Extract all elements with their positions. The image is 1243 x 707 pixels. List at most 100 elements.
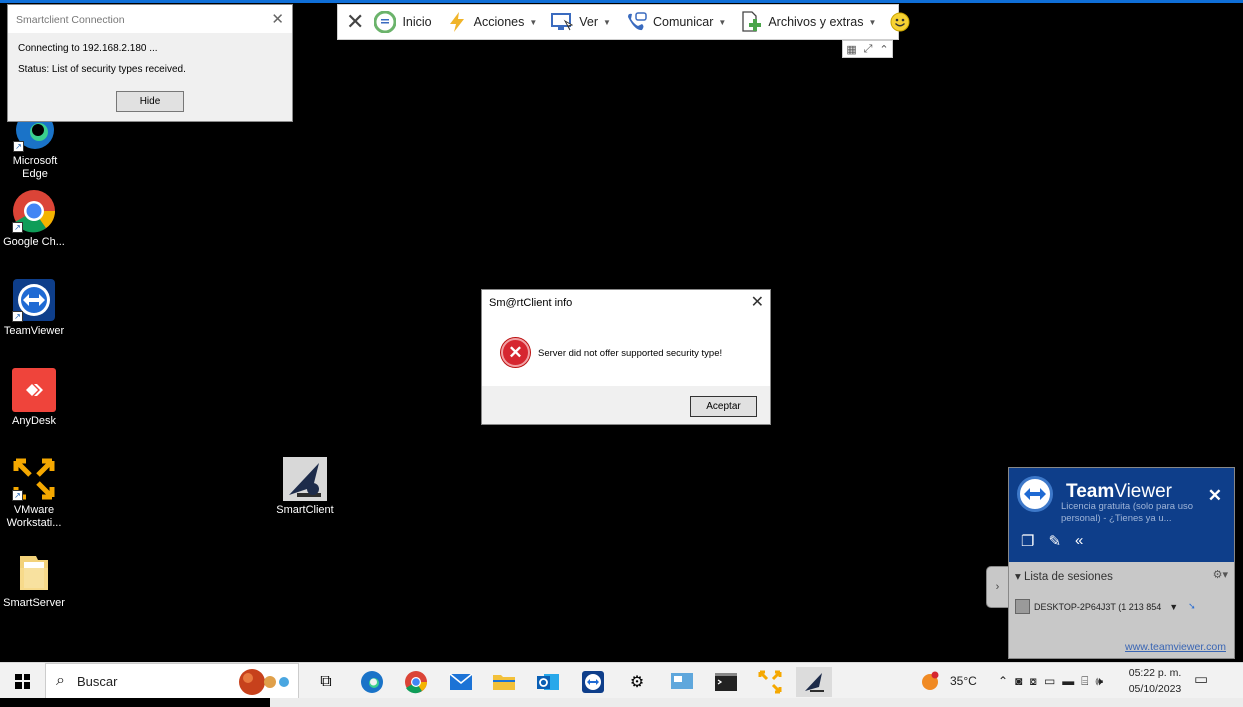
toolbar-label: Ver bbox=[579, 15, 599, 29]
hide-button[interactable]: Hide bbox=[116, 91, 184, 112]
panel-header: TeamViewer Licencia gratuita (solo para … bbox=[1009, 468, 1234, 562]
desktop-icon-label: Microsoft Edge bbox=[12, 155, 58, 180]
display-icon[interactable]: ▭ bbox=[1044, 674, 1055, 688]
clock[interactable]: 05:22 p. m. 05/10/2023 bbox=[1118, 665, 1192, 697]
panel-expand-tab[interactable]: › bbox=[986, 566, 1008, 608]
license-text: Licencia gratuita (solo para uso persona… bbox=[1061, 501, 1194, 524]
close-icon[interactable]: ✕ bbox=[271, 10, 284, 28]
desktop-icon-smartserver[interactable]: SmartServer bbox=[1, 550, 67, 610]
chat-icon bbox=[625, 11, 647, 33]
brush-icon[interactable]: ✎ bbox=[1048, 532, 1061, 550]
task-view-icon[interactable]: ⧉ bbox=[308, 667, 344, 697]
monitor-icon bbox=[551, 11, 574, 33]
volume-icon[interactable]: 🕪 bbox=[1096, 674, 1104, 689]
fullscreen-icon[interactable]: ⤢ bbox=[864, 43, 873, 56]
desktop-icon-chrome[interactable]: ↗ Google Ch... bbox=[1, 189, 67, 249]
panel-tools: ❐ ✎ « bbox=[1021, 532, 1083, 550]
edge-taskbar-icon[interactable] bbox=[354, 667, 390, 697]
chevron-down-icon: ▼ bbox=[529, 17, 538, 27]
chevron-down-icon: ▼ bbox=[718, 17, 727, 27]
chevron-down-icon: ▼ bbox=[868, 17, 877, 27]
remote-desktop-icon[interactable] bbox=[664, 667, 700, 697]
session-item[interactable]: DESKTOP-2P64J3T (1 213 854 ▼ ➘ bbox=[1015, 599, 1196, 614]
battery-icon[interactable]: ▬ bbox=[1062, 674, 1074, 688]
sessions-header[interactable]: ▾ Lista de sesiones bbox=[1015, 569, 1113, 583]
teamviewer-taskbar-icon[interactable] bbox=[575, 667, 611, 697]
toolbar-inicio[interactable]: Inicio bbox=[373, 10, 432, 34]
system-tray: ⌃ ◙ ⧇ ▭ ▬ ⌸ 🕪 bbox=[998, 663, 1103, 699]
toolbar-label: Archivos y extras bbox=[768, 15, 864, 29]
desktop-icon-label: TeamViewer bbox=[3, 325, 65, 337]
windows-icon bbox=[15, 673, 30, 689]
collapse-left-icon[interactable]: « bbox=[1075, 532, 1083, 550]
weather-widget[interactable]: 35°C bbox=[920, 663, 977, 699]
date: 05/10/2023 bbox=[1128, 683, 1182, 695]
chevron-up-icon[interactable]: ⌃ bbox=[998, 674, 1008, 688]
toolbar-label: Acciones bbox=[473, 15, 525, 29]
status-text: Status: List of security types received. bbox=[18, 64, 186, 75]
desktop-icon-label: SmartServer bbox=[3, 597, 65, 609]
pointer-icon[interactable]: ➘ bbox=[1188, 601, 1196, 612]
notification-icon[interactable]: ▭ bbox=[1194, 670, 1208, 688]
home-icon bbox=[373, 10, 397, 34]
close-icon[interactable]: ✕ bbox=[1208, 486, 1222, 506]
toolbar-acciones[interactable]: Acciones ▼ bbox=[446, 11, 538, 33]
teamviewer-toolbar: ✕ Inicio Acciones ▼ Ver ▼ Comunicar ▼ Ar… bbox=[337, 4, 910, 40]
smiley-icon[interactable] bbox=[890, 12, 910, 32]
desktop-icon-teamviewer[interactable]: ↗ TeamViewer bbox=[1, 278, 67, 338]
clipboard-icon[interactable]: ❐ bbox=[1021, 532, 1034, 550]
window-title: Smartclient Connection bbox=[8, 5, 292, 33]
terminal-icon[interactable] bbox=[708, 667, 744, 697]
outlook-icon[interactable] bbox=[530, 667, 566, 697]
smartclient-icon bbox=[283, 457, 327, 501]
error-icon: ✕ bbox=[501, 338, 530, 367]
time: 05:22 p. m. bbox=[1128, 667, 1182, 679]
network-icon[interactable]: ⌸ bbox=[1081, 674, 1088, 689]
teamviewer-logo-icon bbox=[1017, 476, 1053, 512]
teamviewer-panel: TeamViewer Licencia gratuita (solo para … bbox=[1008, 467, 1235, 659]
collapse-icon[interactable]: ⌃ bbox=[879, 43, 888, 56]
chevron-down-icon[interactable]: ▼ bbox=[1169, 602, 1178, 612]
temperature: 35°C bbox=[950, 674, 977, 688]
folder-icon bbox=[12, 550, 56, 594]
search-box[interactable]: ⌕ Buscar bbox=[45, 663, 299, 699]
desktop-icon-anydesk[interactable]: AnyDesk bbox=[1, 368, 67, 428]
teamviewer-brand: TeamViewer bbox=[1066, 481, 1172, 502]
vmware-icon: ↗ bbox=[12, 457, 56, 501]
connecting-text: Connecting to 192.168.2.180 ... bbox=[18, 43, 158, 54]
desktop-icon-vmware[interactable]: ↗ VMware Workstati... bbox=[1, 457, 67, 530]
file-explorer-icon[interactable] bbox=[486, 667, 522, 697]
anydesk-icon bbox=[12, 368, 56, 412]
close-icon[interactable]: ✕ bbox=[346, 9, 364, 35]
close-icon[interactable]: ✕ bbox=[751, 292, 764, 312]
teamviewer-link[interactable]: www.teamviewer.com bbox=[1125, 641, 1226, 653]
toolbar-comunicar[interactable]: Comunicar ▼ bbox=[625, 11, 726, 33]
mail-icon[interactable] bbox=[443, 667, 479, 697]
desktop-icon-label: SmartClient bbox=[276, 504, 334, 516]
grid-icon[interactable]: ▦ bbox=[846, 43, 856, 56]
chrome-taskbar-icon[interactable] bbox=[398, 667, 434, 697]
search-placeholder: Buscar bbox=[76, 673, 118, 689]
host-taskbar-strip bbox=[270, 698, 1243, 707]
smartclient-taskbar-icon[interactable] bbox=[796, 667, 832, 697]
desktop-icon-smartclient[interactable]: SmartClient bbox=[272, 457, 338, 517]
gear-icon[interactable]: ⚙▾ bbox=[1213, 568, 1228, 581]
smartclient-connection-window: Smartclient Connection ✕ Connecting to 1… bbox=[7, 4, 293, 122]
webcam-icon[interactable]: ◙ bbox=[1015, 674, 1022, 688]
toolbar-mini-controls: ▦ ⤢ ⌃ bbox=[842, 40, 893, 58]
search-icon: ⌕ bbox=[56, 672, 65, 689]
error-message: Server did not offer supported security … bbox=[538, 348, 723, 359]
top-accent-line bbox=[0, 0, 1243, 3]
teamviewer-tray-icon[interactable]: ⧇ bbox=[1029, 674, 1037, 689]
desktop-icon-label: VMware Workstati... bbox=[6, 504, 62, 529]
desktop-icon-label: Google Ch... bbox=[3, 236, 65, 248]
start-button[interactable] bbox=[0, 663, 45, 699]
taskbar: ⌕ Buscar ⧉ ⚙ 35°C ⌃ ◙ ⧇ ▭ ▬ ⌸ 🕪 05:22 p.… bbox=[0, 662, 1243, 699]
toolbar-ver[interactable]: Ver ▼ bbox=[551, 11, 611, 33]
aceptar-button[interactable]: Aceptar bbox=[690, 396, 757, 417]
toolbar-archivos[interactable]: Archivos y extras ▼ bbox=[740, 11, 876, 33]
settings-icon[interactable]: ⚙ bbox=[619, 667, 655, 697]
vmware-taskbar-icon[interactable] bbox=[752, 667, 788, 697]
file-transfer-icon bbox=[740, 11, 762, 33]
smartclient-info-dialog: Sm@rtClient info ✕ ✕ Server did not offe… bbox=[481, 289, 771, 425]
